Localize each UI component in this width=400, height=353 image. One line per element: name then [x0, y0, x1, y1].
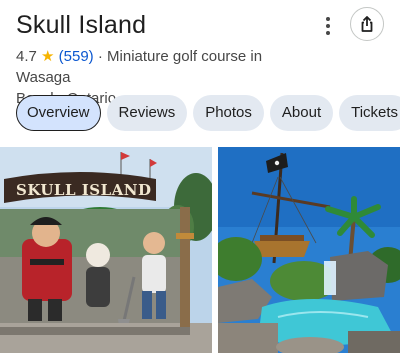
place-page: Skull Island 4.7 ★ (559) · Miniature gol… — [0, 0, 400, 353]
photo-entrance-sign[interactable]: SKULL ISLAND — [0, 147, 212, 353]
more-vert-icon — [326, 17, 330, 35]
sign-text: SKULL ISLAND — [16, 181, 152, 199]
page-title: Skull Island — [16, 11, 147, 39]
photo-pirate-ship-course[interactable] — [218, 147, 400, 353]
separator-dot: · — [97, 48, 103, 65]
more-options-button[interactable] — [316, 13, 340, 39]
place-header: Skull Island — [16, 7, 400, 43]
share-icon — [361, 16, 373, 32]
review-count-link[interactable]: (559) — [59, 48, 94, 65]
pirate-ship-image — [218, 147, 400, 353]
photo-strip: SKULL ISLAND — [0, 147, 400, 353]
place-tabs: Overview Reviews Photos About Tickets — [16, 95, 400, 131]
share-button[interactable] — [350, 7, 384, 41]
rating-value: 4.7 — [16, 48, 37, 65]
tab-photos[interactable]: Photos — [193, 95, 264, 131]
tab-tickets[interactable]: Tickets — [339, 95, 400, 131]
tab-reviews[interactable]: Reviews — [106, 95, 188, 131]
star-icon: ★ — [41, 48, 55, 65]
tab-about[interactable]: About — [269, 95, 334, 131]
tab-overview[interactable]: Overview — [16, 95, 101, 131]
entrance-sign-image: SKULL ISLAND — [0, 147, 212, 353]
